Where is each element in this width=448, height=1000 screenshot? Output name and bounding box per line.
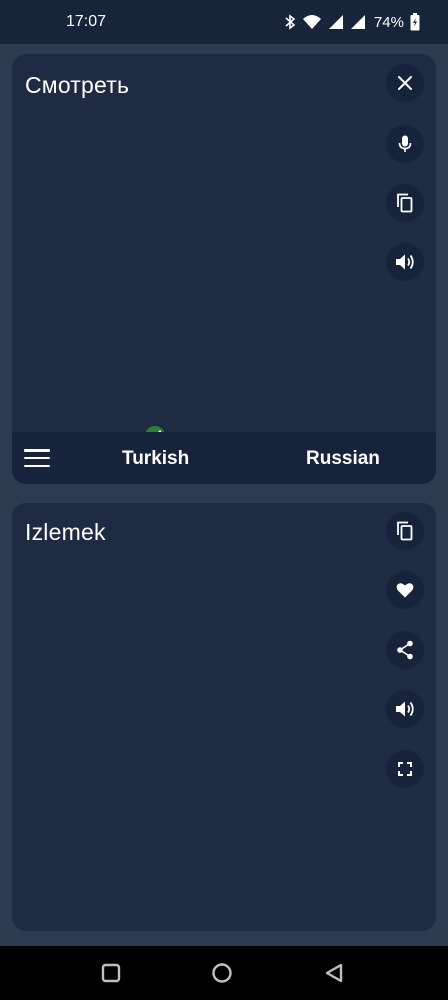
status-icons: 74% — [284, 13, 420, 31]
source-language-button[interactable]: Turkish — [122, 448, 189, 470]
navigation-bar — [0, 946, 448, 1000]
clear-button[interactable] — [386, 64, 424, 102]
back-button[interactable] — [323, 962, 345, 984]
language-bar: Turkish Russian — [12, 432, 436, 484]
result-text: Izlemek — [25, 519, 106, 545]
menu-icon-line — [24, 449, 50, 452]
status-time: 17:07 — [66, 13, 107, 30]
source-text[interactable]: Смотреть — [25, 72, 129, 99]
volume-icon — [395, 700, 415, 718]
fullscreen-icon — [398, 762, 412, 776]
target-language-button[interactable]: Russian — [306, 448, 380, 470]
favorite-button[interactable] — [386, 571, 424, 609]
status-bar: 17:07 74% — [0, 0, 448, 44]
speak-result-button[interactable] — [386, 690, 424, 728]
menu-icon-line — [24, 456, 50, 460]
menu-button[interactable] — [24, 446, 50, 470]
signal-icon-2 — [350, 14, 366, 30]
speak-source-button[interactable] — [386, 243, 424, 281]
copy-icon — [396, 521, 414, 541]
battery-percent: 74% — [373, 13, 404, 31]
recents-button[interactable] — [100, 962, 122, 984]
home-circle-icon — [211, 963, 233, 988]
volume-icon — [395, 253, 415, 271]
close-icon — [398, 76, 412, 90]
microphone-icon — [398, 135, 412, 153]
back-triangle-icon — [323, 963, 345, 988]
home-button[interactable] — [211, 962, 233, 984]
share-button[interactable] — [386, 631, 424, 669]
copy-source-button[interactable] — [386, 184, 424, 222]
battery-icon — [410, 13, 420, 31]
result-card: Izlemek — [12, 503, 436, 931]
heart-icon — [396, 582, 414, 598]
voice-input-button[interactable] — [386, 125, 424, 163]
signal-icon — [328, 14, 344, 30]
fullscreen-button[interactable] — [386, 750, 424, 788]
menu-icon-line — [24, 464, 50, 467]
share-icon — [396, 640, 414, 660]
source-card: Смотреть Turkish Russian — [12, 54, 436, 484]
copy-result-button[interactable] — [386, 512, 424, 550]
wifi-icon — [302, 14, 322, 30]
copy-icon — [396, 193, 414, 213]
recents-square-icon — [100, 963, 122, 988]
bluetooth-icon — [284, 14, 296, 30]
